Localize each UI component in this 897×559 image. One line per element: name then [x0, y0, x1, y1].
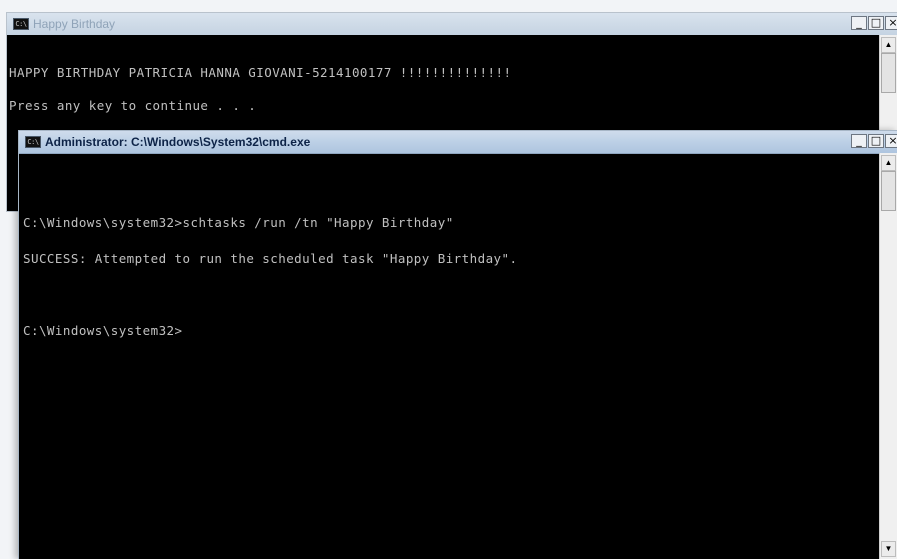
window-title: Administrator: C:\Windows\System32\cmd.e…: [45, 135, 311, 149]
console-line: SUCCESS: Attempted to run the scheduled …: [23, 251, 518, 266]
minimize-icon[interactable]: _: [851, 16, 867, 30]
window-controls: _ □ ×: [851, 134, 897, 148]
console-icon: C:\: [13, 18, 29, 30]
vertical-scrollbar[interactable]: ▲ ▼: [879, 153, 897, 559]
scroll-down-icon[interactable]: ▼: [881, 541, 896, 557]
window-controls: _ □ ×: [851, 16, 897, 30]
cmd-window[interactable]: C:\ Administrator: C:\Windows\System32\c…: [18, 130, 897, 559]
console-icon: C:\: [25, 136, 41, 148]
console-line: C:\Windows\system32>schtasks /run /tn "H…: [23, 215, 454, 230]
close-icon[interactable]: ×: [885, 16, 897, 30]
scroll-thumb[interactable]: [881, 171, 896, 211]
scroll-thumb[interactable]: [881, 53, 896, 93]
scroll-up-icon[interactable]: ▲: [881, 155, 896, 171]
titlebar[interactable]: C:\ Administrator: C:\Windows\System32\c…: [19, 131, 897, 154]
titlebar[interactable]: C:\ Happy Birthday _ □ ×: [7, 13, 897, 35]
console-output[interactable]: C:\Windows\system32>schtasks /run /tn "H…: [23, 157, 875, 559]
window-title: Happy Birthday: [33, 17, 116, 31]
console-line: Press any key to continue . . .: [9, 98, 257, 113]
minimize-icon[interactable]: _: [851, 134, 867, 148]
console-prompt: C:\Windows\system32>: [23, 323, 183, 338]
console-line: HAPPY BIRTHDAY PATRICIA HANNA GIOVANI-52…: [9, 65, 512, 80]
maximize-icon[interactable]: □: [868, 16, 884, 30]
close-icon[interactable]: ×: [885, 134, 897, 148]
maximize-icon[interactable]: □: [868, 134, 884, 148]
scroll-up-icon[interactable]: ▲: [881, 37, 896, 53]
